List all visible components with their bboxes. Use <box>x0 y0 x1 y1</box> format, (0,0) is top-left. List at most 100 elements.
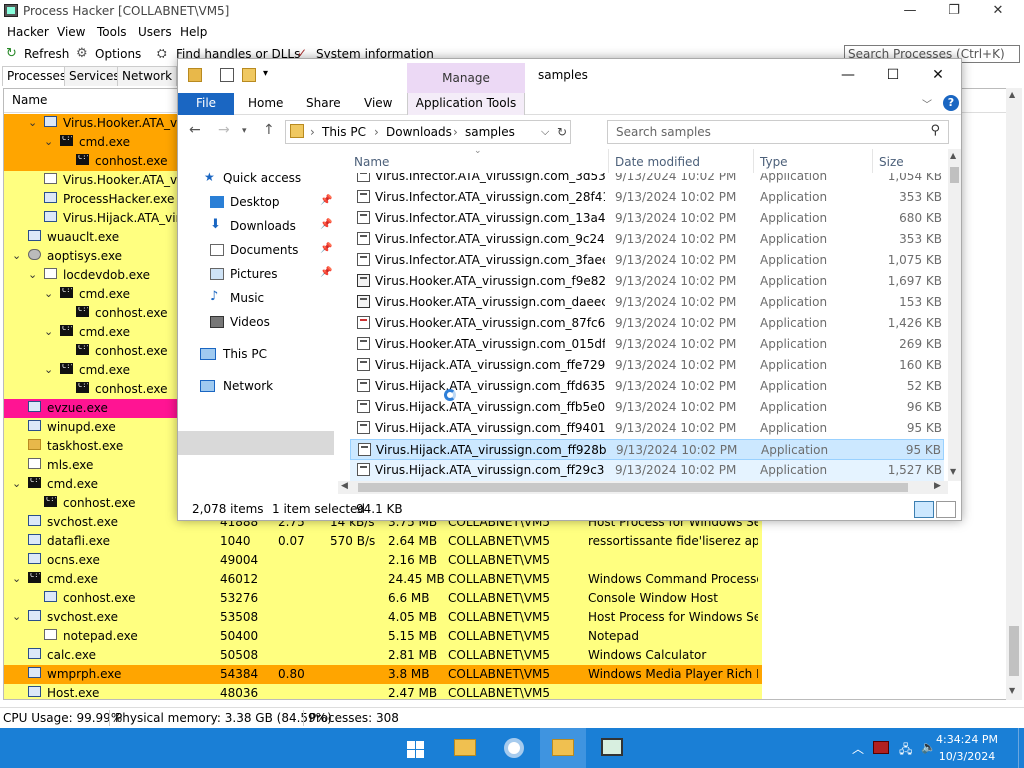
file-row[interactable]: Virus.Hijack.ATA_virussign.com_ff928b79.… <box>350 439 944 460</box>
breadcrumb-this-pc[interactable]: This PC <box>322 125 366 139</box>
process-hacker-tray-icon[interactable] <box>873 741 889 754</box>
process-row[interactable]: calc.exe 50508 2.81 MB COLLABNET\VM5 Windows… <box>4 646 762 665</box>
options-button[interactable]: Options <box>95 47 141 61</box>
column-name[interactable]: Name <box>12 93 47 107</box>
scroll-left-arrow-icon[interactable]: ◀ <box>341 481 348 491</box>
process-row[interactable]: ⌄ cmd.exe 46012 24.45 MBCOLLABNET\VM5 Window… <box>4 570 762 589</box>
file-list-vertical-scrollbar[interactable]: ▲ ▼ <box>948 149 961 481</box>
scroll-up-arrow-icon[interactable]: ▲ <box>950 151 956 160</box>
chevron-down-icon[interactable]: ⌄ <box>44 363 53 376</box>
network-tray-icon[interactable]: 🖧 <box>899 740 912 761</box>
properties-icon[interactable] <box>220 68 234 82</box>
tab-file[interactable]: File <box>178 93 234 115</box>
breadcrumb-downloads[interactable]: Downloads <box>386 125 452 139</box>
file-row[interactable]: Virus.Infector.ATA_virussign.com_3faee00… <box>350 250 944 271</box>
tab-network[interactable]: Network <box>117 66 178 86</box>
help-icon[interactable]: ? <box>943 95 959 111</box>
tab-processes[interactable]: Processes <box>2 66 72 86</box>
file-row[interactable]: Virus.Hooker.ATA_virussign.com_daeece...… <box>350 292 944 313</box>
file-row[interactable]: Virus.Hijack.ATA_virussign.com_ff940180.… <box>350 418 944 439</box>
scroll-thumb[interactable] <box>1009 626 1019 676</box>
column-date-modified[interactable]: Date modified <box>615 155 700 169</box>
pin-icon[interactable]: 📌 <box>320 219 332 230</box>
scroll-right-arrow-icon[interactable]: ▶ <box>934 481 941 491</box>
file-row[interactable]: Virus.Infector.ATA_virussign.com_9c2449.… <box>350 229 944 250</box>
process-row[interactable]: Host.exe 48036 2.47 MB COLLABNET\VM5 <box>4 684 762 699</box>
explorer-maximize-button[interactable]: ☐ <box>870 64 916 86</box>
pin-icon[interactable]: 📌 <box>320 267 332 278</box>
tab-services[interactable]: Services <box>64 66 125 86</box>
column-name[interactable]: Name <box>354 155 389 169</box>
back-arrow-icon[interactable]: ← <box>189 122 201 138</box>
menu-help[interactable]: Help <box>180 25 207 39</box>
forward-arrow-icon[interactable]: → <box>218 122 230 138</box>
file-row[interactable]: Virus.Hijack.ATA_virussign.com_ffe729fe5… <box>350 355 944 376</box>
chevron-down-icon[interactable]: ⌄ <box>12 249 21 262</box>
nav-desktop[interactable]: Desktop 📌 <box>210 191 334 213</box>
taskbar-process-hacker-button[interactable] <box>589 728 635 768</box>
file-row[interactable]: Virus.Hijack.ATA_virussign.com_ffd6355b.… <box>350 376 944 397</box>
refresh-button[interactable]: Refresh <box>24 47 69 61</box>
manage-contextual-tab[interactable]: Manage <box>407 63 525 93</box>
chevron-down-icon[interactable]: ⌄ <box>12 572 21 585</box>
process-row[interactable]: notepad.exe 50400 5.15 MB COLLABNET\VM5 Note… <box>4 627 762 646</box>
pin-icon[interactable]: 📌 <box>320 195 332 206</box>
nav-network[interactable]: Network <box>200 375 334 397</box>
explorer-close-button[interactable]: ✕ <box>915 64 961 86</box>
nav-this-pc[interactable]: This PC <box>200 343 334 365</box>
process-row[interactable]: datafli.exe 1040 0.07 570 B/s 2.64 MB COLLABN… <box>4 532 762 551</box>
explorer-minimize-button[interactable]: — <box>825 64 871 86</box>
menu-tools[interactable]: Tools <box>97 25 127 39</box>
column-type[interactable]: Type <box>760 155 788 169</box>
system-clock[interactable]: 4:34:24 PM 10/3/2024 <box>932 731 1002 765</box>
menu-hacker[interactable]: Hacker <box>7 25 49 39</box>
tab-home[interactable]: Home <box>248 93 283 115</box>
chevron-down-icon[interactable]: ⌄ <box>44 287 53 300</box>
quick-access-toolbar-dropdown-icon[interactable]: ▾ <box>263 68 268 79</box>
scroll-up-arrow-icon[interactable]: ▲ <box>1009 90 1015 99</box>
process-list-scrollbar[interactable]: ▲ ▼ <box>1006 88 1022 700</box>
chevron-down-icon[interactable]: ⌄ <box>12 610 21 623</box>
breadcrumb-samples[interactable]: samples <box>465 125 515 139</box>
recent-locations-icon[interactable]: ▾ <box>242 126 247 136</box>
expand-ribbon-icon[interactable]: ﹀ <box>922 96 932 111</box>
show-hidden-icons-icon[interactable]: ︿ <box>852 740 864 757</box>
address-bar[interactable]: › This PC › Downloads › samples ⌵ ↻ <box>285 120 571 144</box>
tab-share[interactable]: Share <box>306 93 341 115</box>
file-row[interactable]: Virus.Infector.ATA_virussign.com_28f4170… <box>350 187 944 208</box>
process-row[interactable]: conhost.exe 53276 6.6 MB COLLABNET\VM5 Conso… <box>4 589 762 608</box>
file-list-horizontal-scrollbar[interactable]: ◀ ▶ <box>338 481 948 494</box>
process-row[interactable]: wmprph.exe 54384 0.80 3.8 MB COLLABNET\VM5 Wi… <box>4 665 762 684</box>
show-desktop-button[interactable] <box>1018 728 1024 768</box>
refresh-icon[interactable]: ↻ <box>557 125 567 139</box>
chevron-down-icon[interactable]: ⌄ <box>12 477 21 490</box>
details-view-button[interactable] <box>914 501 934 518</box>
chevron-down-icon[interactable]: ⌄ <box>44 135 53 148</box>
taskbar-file-explorer-button[interactable] <box>441 728 487 768</box>
address-dropdown-icon[interactable]: ⌵ <box>541 125 549 139</box>
process-row[interactable]: ocns.exe 49004 2.16 MB COLLABNET\VM5 <box>4 551 762 570</box>
file-row[interactable]: Virus.Hooker.ATA_virussign.com_f9e8203..… <box>350 271 944 292</box>
scroll-thumb[interactable] <box>950 167 959 183</box>
nav-pictures[interactable]: Pictures 📌 <box>210 263 334 285</box>
nav-videos[interactable]: Videos <box>210 311 334 333</box>
file-list[interactable]: Name ⌄ Date modified Type Size Virus.Inf… <box>350 146 961 494</box>
nav-documents[interactable]: Documents 📌 <box>210 239 334 261</box>
file-row[interactable]: Virus.Infector.ATA_virussign.com_3d537c.… <box>350 173 944 187</box>
new-folder-icon[interactable] <box>242 68 256 82</box>
nav-downloads[interactable]: ⬇ Downloads 📌 <box>210 215 334 237</box>
nav-music[interactable]: ♪ Music <box>210 287 334 309</box>
close-button[interactable]: ✕ <box>978 2 1018 20</box>
taskbar-chrome-button[interactable] <box>491 728 537 768</box>
file-row[interactable]: Virus.Hijack.ATA_virussign.com_ffb5e084.… <box>350 397 944 418</box>
nav-quick-access[interactable]: ★ Quick access <box>204 167 334 189</box>
chevron-down-icon[interactable]: ⌄ <box>28 268 37 281</box>
taskbar-explorer-window-button[interactable] <box>540 728 586 768</box>
file-row[interactable]: Virus.Hooker.ATA_virussign.com_015dfa2..… <box>350 334 944 355</box>
tab-view[interactable]: View <box>364 93 392 115</box>
scroll-thumb[interactable] <box>358 483 908 492</box>
pin-icon[interactable]: 📌 <box>320 243 332 254</box>
minimize-button[interactable]: — <box>890 2 930 20</box>
file-row[interactable]: Virus.Hijack.ATA_virussign.com_ff29c39c.… <box>350 460 944 481</box>
menu-view[interactable]: View <box>57 25 85 39</box>
